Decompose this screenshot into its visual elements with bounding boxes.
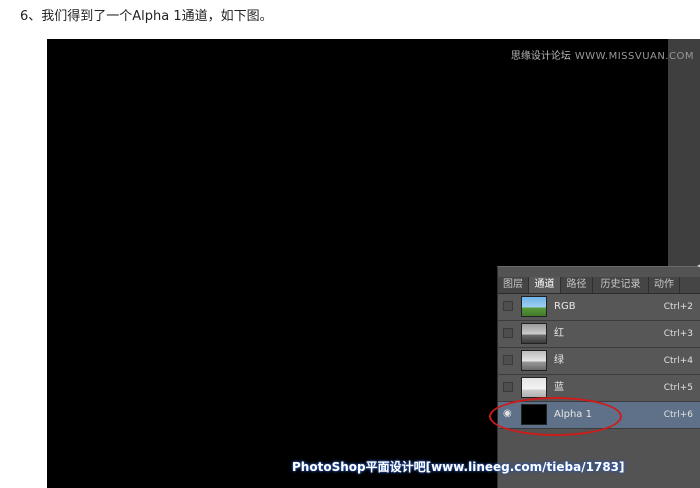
visibility-toggle[interactable] — [503, 355, 513, 365]
watermark-brand: 思缘设计论坛 — [510, 51, 571, 62]
tab-channels[interactable]: 通道 — [529, 277, 561, 293]
channel-name: 绿 — [554, 355, 564, 366]
channel-name: 红 — [554, 328, 564, 339]
channel-shortcut: Ctrl+6 — [663, 410, 693, 420]
channels-panel: ◂ 图层 通道 路径 历史记录 动作 RGB Ctrl+2 红 Ctrl+3 绿… — [497, 261, 700, 488]
tab-paths[interactable]: 路径 — [561, 277, 593, 293]
visibility-toggle[interactable] — [503, 301, 513, 311]
panel-tabbar: 图层 通道 路径 历史记录 动作 — [498, 277, 700, 294]
channel-shortcut: Ctrl+2 — [663, 302, 693, 312]
visibility-toggle[interactable] — [503, 328, 513, 338]
tab-layers[interactable]: 图层 — [498, 277, 529, 293]
tab-actions[interactable]: 动作 — [649, 277, 680, 293]
tab-history[interactable]: 历史记录 — [593, 277, 649, 293]
channel-thumbnail — [521, 350, 547, 371]
step-caption: 6、我们得到了一个Alpha 1通道，如下图。 — [20, 9, 273, 24]
channel-row-green[interactable]: 绿 Ctrl+4 — [498, 348, 700, 375]
channel-thumbnail — [521, 323, 547, 344]
channel-shortcut: Ctrl+3 — [663, 329, 693, 339]
channel-shortcut: Ctrl+5 — [663, 383, 693, 393]
channel-thumbnail — [521, 377, 547, 398]
watermark-top: 思缘设计论坛 WWW.MISSVUAN.COM — [511, 47, 694, 62]
photoshop-screenshot: 思缘设计论坛 WWW.MISSVUAN.COM ◂ 图层 通道 路径 历史记录 动… — [47, 39, 700, 488]
visibility-toggle[interactable] — [503, 382, 513, 392]
watermark-site: WWW.MISSVUAN.COM — [574, 51, 694, 62]
channel-row-rgb[interactable]: RGB Ctrl+2 — [498, 294, 700, 321]
channel-row-red[interactable]: 红 Ctrl+3 — [498, 321, 700, 348]
annotation-ellipse — [489, 397, 622, 436]
channel-shortcut: Ctrl+4 — [663, 356, 693, 366]
channel-name: RGB — [554, 301, 576, 312]
watermark-bottom: PhotoShop平面设计吧[www.lineeg.com/tieba/1783… — [292, 460, 625, 474]
channel-thumbnail — [521, 296, 547, 317]
